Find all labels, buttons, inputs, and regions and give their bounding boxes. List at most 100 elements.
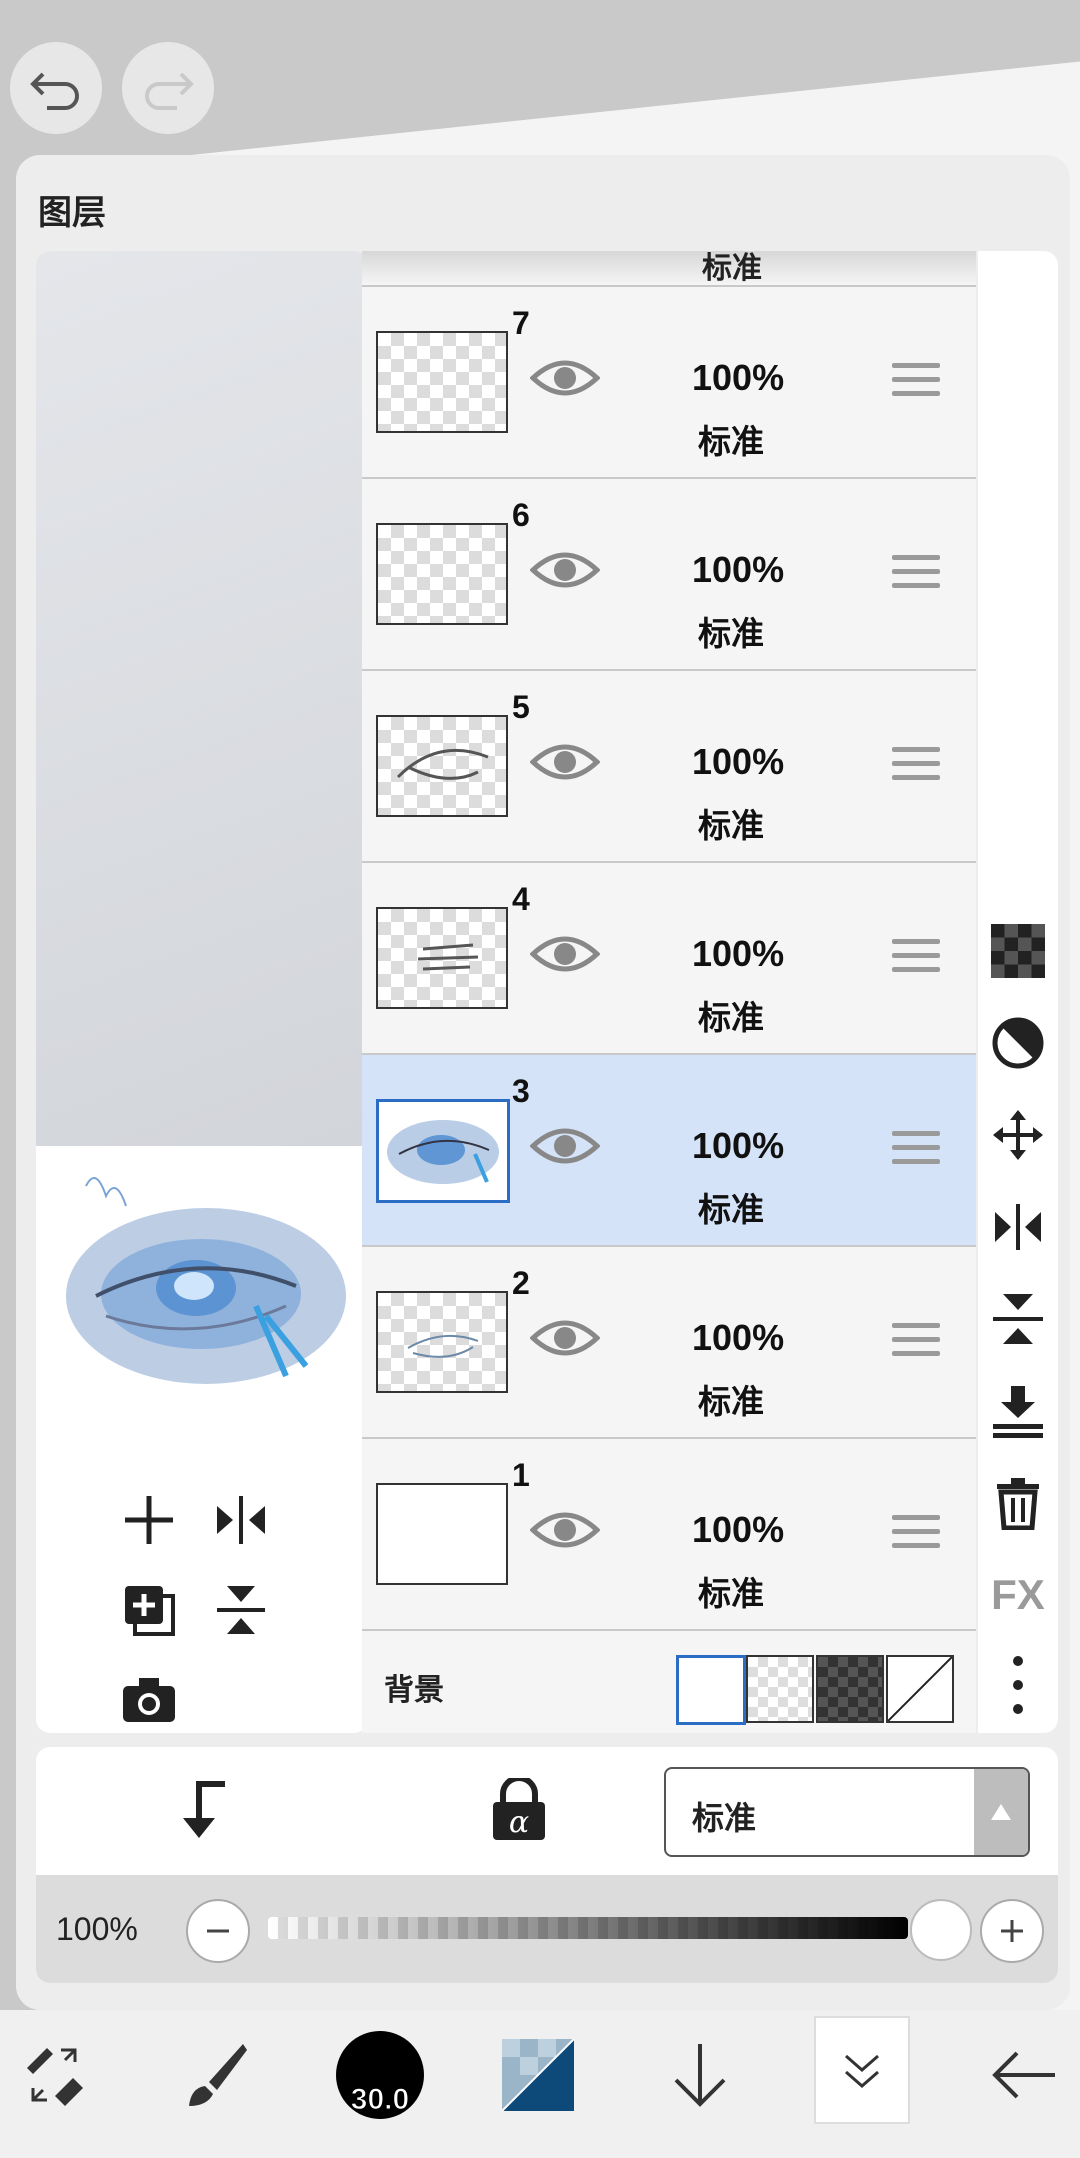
brush-size-value: 30.0 bbox=[350, 2083, 410, 2117]
preview-blank-area bbox=[36, 251, 368, 1146]
background-none-option[interactable] bbox=[886, 1655, 954, 1723]
drag-handle-icon[interactable] bbox=[892, 1323, 940, 1363]
layer-thumbnail bbox=[376, 523, 508, 625]
layer-thumbnail bbox=[376, 1483, 508, 1585]
flip-vertical-icon bbox=[993, 1294, 1043, 1344]
back-button[interactable] bbox=[984, 2010, 1064, 2140]
visibility-eye-icon[interactable] bbox=[530, 1121, 600, 1171]
layer-row-1[interactable]: 1 100% 标准 bbox=[362, 1439, 976, 1631]
transparency-lock-button[interactable] bbox=[990, 923, 1046, 979]
layer-row-partial[interactable]: 标准 bbox=[362, 251, 976, 287]
move-icon bbox=[993, 1110, 1043, 1160]
layer-tool-grid bbox=[36, 1461, 368, 1733]
drag-handle-icon[interactable] bbox=[892, 747, 940, 787]
brush-icon bbox=[189, 2044, 247, 2106]
layer-row-3[interactable]: 3 100% 标准 bbox=[362, 1055, 976, 1247]
layer-list[interactable]: 标准 7 100% 标准 6 100% 标准 5 100% 标准 4 100% … bbox=[362, 251, 976, 1733]
checker-icon bbox=[991, 924, 1045, 978]
svg-text:α: α bbox=[509, 1805, 529, 1840]
double-chevron-down-icon bbox=[845, 2054, 879, 2088]
opacity-slider[interactable] bbox=[268, 1917, 908, 1939]
layer-thumbnail bbox=[376, 907, 508, 1009]
layer-row-4[interactable]: 4 100% 标准 bbox=[362, 863, 976, 1055]
tool-switch-button[interactable] bbox=[14, 2010, 94, 2140]
blend-mode-value: 标准 bbox=[692, 1800, 757, 1836]
visibility-eye-icon[interactable] bbox=[530, 929, 600, 979]
layer-number: 4 bbox=[512, 881, 530, 917]
layer-number: 6 bbox=[512, 497, 530, 533]
background-white-option[interactable] bbox=[676, 1655, 746, 1725]
drag-handle-icon[interactable] bbox=[892, 939, 940, 979]
layer-number: 7 bbox=[512, 305, 530, 341]
opacity-slider-handle[interactable] bbox=[910, 1899, 972, 1961]
layer-thumbnail bbox=[376, 1291, 508, 1393]
layer-number: 2 bbox=[512, 1265, 530, 1301]
layer-blend-mode: 标准 bbox=[698, 999, 764, 1036]
layer-down-button[interactable] bbox=[660, 2010, 740, 2140]
layer-row-2[interactable]: 2 100% 标准 bbox=[362, 1247, 976, 1439]
merge-down-icon bbox=[993, 1386, 1043, 1438]
brush-tool-button[interactable] bbox=[176, 2010, 256, 2140]
camera-button[interactable] bbox=[114, 1665, 184, 1733]
more-options-button[interactable] bbox=[990, 1656, 1046, 1714]
blend-mode-select[interactable]: 标准 bbox=[664, 1767, 1030, 1857]
opacity-decrease-button[interactable] bbox=[186, 1899, 250, 1963]
color-button[interactable] bbox=[498, 2010, 578, 2140]
drag-handle-icon[interactable] bbox=[892, 1515, 940, 1555]
visibility-eye-icon[interactable] bbox=[530, 353, 600, 403]
adjust-button[interactable] bbox=[990, 1015, 1046, 1071]
minus-icon bbox=[207, 1929, 229, 1933]
move-layer-button[interactable] bbox=[990, 1107, 1046, 1163]
delete-layer-button[interactable] bbox=[990, 1475, 1046, 1531]
alpha-lock-button[interactable]: α bbox=[484, 1775, 554, 1845]
merge-down-button[interactable] bbox=[990, 1383, 1046, 1439]
flip-horizontal-button[interactable] bbox=[206, 1485, 276, 1555]
camera-icon bbox=[123, 1678, 175, 1722]
layer-row-5[interactable]: 5 100% 标准 bbox=[362, 671, 976, 863]
visibility-eye-icon[interactable] bbox=[530, 545, 600, 595]
layer-number: 5 bbox=[512, 689, 530, 725]
opacity-control: 100% bbox=[36, 1875, 1058, 1983]
layer-blend-mode: 标准 bbox=[698, 615, 764, 652]
flip-vertical-button[interactable] bbox=[206, 1575, 276, 1645]
brush-size-button[interactable]: 30.0 bbox=[330, 2010, 430, 2140]
fx-button[interactable]: FX bbox=[990, 1567, 1046, 1623]
redo-icon bbox=[145, 72, 194, 110]
visibility-eye-icon[interactable] bbox=[530, 1505, 600, 1555]
layer-opacity: 100% bbox=[692, 933, 785, 974]
layer-opacity: 100% bbox=[692, 549, 785, 590]
more-vertical-icon bbox=[1013, 1656, 1023, 1714]
flip-layer-horizontal-button[interactable] bbox=[990, 1199, 1046, 1255]
visibility-eye-icon[interactable] bbox=[530, 737, 600, 787]
flip-vertical-icon bbox=[217, 1586, 265, 1634]
background-transparent-option[interactable] bbox=[746, 1655, 814, 1723]
layer-blend-mode: 标准 bbox=[698, 1383, 764, 1420]
layer-panel-toggle-button[interactable] bbox=[814, 2016, 910, 2124]
layer-row-7[interactable]: 7 100% 标准 bbox=[362, 287, 976, 479]
brush-size-indicator: 30.0 bbox=[336, 2031, 424, 2119]
layer-bottom-controls: α 标准 bbox=[36, 1747, 1058, 1875]
drag-handle-icon[interactable] bbox=[892, 363, 940, 403]
drag-handle-icon[interactable] bbox=[892, 555, 940, 595]
background-dark-option[interactable] bbox=[816, 1655, 884, 1723]
redo-button[interactable] bbox=[122, 42, 214, 134]
clipping-arrow-icon bbox=[183, 1781, 225, 1838]
layer-opacity: 100% bbox=[692, 1125, 785, 1166]
layer-row-6[interactable]: 6 100% 标准 bbox=[362, 479, 976, 671]
color-swatch-icon bbox=[502, 2039, 574, 2111]
visibility-eye-icon[interactable] bbox=[530, 1313, 600, 1363]
plus-icon bbox=[1001, 1920, 1023, 1942]
opacity-increase-button[interactable] bbox=[980, 1899, 1044, 1963]
background-row: 背景 bbox=[362, 1631, 976, 1733]
layer-panel: 图层 标准 7 100% 标准 6 100% 标准 5 100% 标准 4 10… bbox=[16, 155, 1070, 2010]
alpha-lock-icon: α bbox=[493, 1778, 545, 1840]
undo-button[interactable] bbox=[10, 42, 102, 134]
layer-blend-mode: 标准 bbox=[702, 252, 762, 285]
panel-title: 图层 bbox=[38, 194, 106, 232]
clipping-button[interactable] bbox=[170, 1775, 240, 1845]
add-layer-button[interactable] bbox=[114, 1485, 184, 1555]
duplicate-layer-button[interactable] bbox=[114, 1575, 184, 1645]
layer-opacity: 100% bbox=[692, 1509, 785, 1550]
drag-handle-icon[interactable] bbox=[892, 1131, 940, 1171]
flip-layer-vertical-button[interactable] bbox=[990, 1291, 1046, 1347]
